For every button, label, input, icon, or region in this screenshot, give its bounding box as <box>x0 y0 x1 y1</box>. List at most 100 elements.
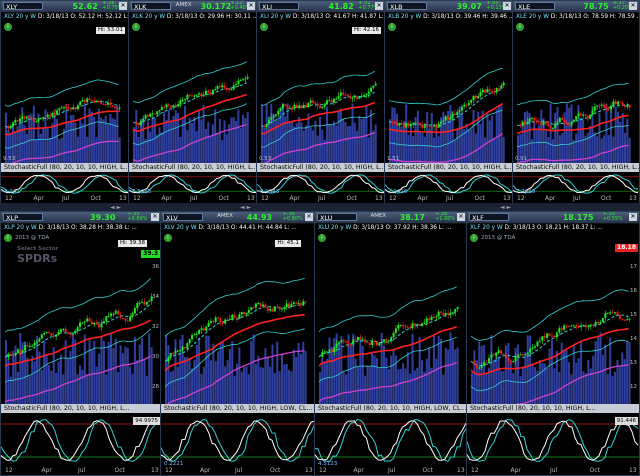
volume-bar <box>293 126 296 163</box>
volume-bar <box>360 118 363 163</box>
close-icon[interactable]: ✕ <box>629 2 637 10</box>
oscillator-title-bar[interactable]: StochasticFull (80, 20, 10, 10, HIGH, L.… <box>1 404 161 413</box>
indicator-badge-icon[interactable]: i <box>260 23 268 31</box>
oscillator-title-bar[interactable]: StochasticFull (80, 20, 10, 10, HIGH, L.… <box>385 163 513 172</box>
chart-panel-xlp[interactable]: XLP 39.30 +.35 +0.89% ✕ XLP 20 y W D: 3/… <box>0 211 162 476</box>
indicator-badge-icon[interactable]: i <box>470 234 478 242</box>
close-icon[interactable]: ✕ <box>375 2 383 10</box>
oscillator-title-bar[interactable]: StochasticFull (80, 20, 10, 10, HIGH, L.… <box>513 163 639 172</box>
oscillator-title-bar[interactable]: StochasticFull (80, 20, 10, 10, HIGH, L.… <box>257 163 385 172</box>
panel-title-bar[interactable]: XLB 39.07 +.05 +0.13% ✕ <box>385 1 513 13</box>
volume-bar <box>264 348 267 404</box>
close-icon[interactable]: ✕ <box>629 213 637 221</box>
chart-panel-xly[interactable]: XLY 52.62 +.26 +0.75% ✕ XLY 20 y W D: 3/… <box>0 0 130 204</box>
panel-title-bar[interactable]: XLY 52.62 +.26 +0.75% ✕ <box>1 1 129 13</box>
candle-body <box>231 314 234 319</box>
symbol-field[interactable]: XLU <box>317 213 357 222</box>
candle-body <box>233 314 236 318</box>
volume-bar <box>577 357 580 404</box>
symbol-field[interactable]: XLV <box>163 213 203 222</box>
price-chart[interactable]: XLB 20 y W D: 3/18/13 O: 39.46 H: 39.46 … <box>385 13 513 163</box>
chart-panel-xlv[interactable]: XLV AMEX 44.93 +.36 +0.80% ✕ XLV 20 y W … <box>160 211 316 476</box>
candle-body <box>449 117 452 120</box>
oscillator-chart[interactable]: 0.2221 <box>161 413 315 468</box>
close-icon[interactable]: ✕ <box>247 2 255 10</box>
oscillator-title-bar[interactable]: StochasticFull (80, 20, 10, 10, HIGH, LO… <box>315 404 467 413</box>
oscillator-chart[interactable]: 2.0416 <box>385 172 513 196</box>
price-chart[interactable]: XLV 20 y W D: 3/18/13 O: 44.41 H: 44.84 … <box>161 224 315 404</box>
close-icon[interactable]: ✕ <box>503 2 511 10</box>
scroll-arrows-left[interactable]: ◄ ► <box>110 204 121 211</box>
volume-bar <box>225 134 228 163</box>
price-chart[interactable]: XLE 20 y W D: 3/18/13 O: 78.59 H: 78.59 … <box>513 13 639 163</box>
panel-title-bar[interactable]: XLP 39.30 +.35 +0.89% ✕ <box>1 212 161 224</box>
volume-bar <box>207 335 210 404</box>
candle-body <box>236 317 238 319</box>
oscillator-chart[interactable]: 3.9943 <box>257 172 385 196</box>
oscillator-chart[interactable]: 94.9975 <box>1 413 161 468</box>
candle-body <box>584 324 587 328</box>
price-chart[interactable]: XLU 20 y W D: 3/18/13 O: 37.92 H: 38.36 … <box>315 224 467 404</box>
oscillator-chart[interactable]: 91.446 <box>467 413 639 468</box>
indicator-badge-icon[interactable]: i <box>4 23 12 31</box>
symbol-field[interactable]: XLY <box>3 2 43 11</box>
oscillator-chart[interactable]: 7.7689 <box>513 172 639 196</box>
candle-body <box>563 325 566 330</box>
candle-body <box>12 354 15 356</box>
indicator-badge-icon[interactable]: i <box>164 234 172 242</box>
price-chart[interactable]: XLP 20 y W D: 3/18/13 O: 38.28 H: 38.38 … <box>1 224 161 404</box>
candle-body <box>270 117 273 120</box>
symbol-field[interactable]: XLP <box>3 213 43 222</box>
symbol-field[interactable]: XLK <box>131 2 171 11</box>
symbol-field[interactable]: XLE <box>515 2 555 11</box>
panel-title-bar[interactable]: XLF 18.175 +.10 +0.55% ✕ <box>467 212 639 224</box>
volume-bar <box>295 123 298 163</box>
indicator-badge-icon[interactable]: i <box>4 234 12 242</box>
oscillator-title-bar[interactable]: StochasticFull (80, 20, 10, 10, HIGH, LO… <box>161 404 315 413</box>
panel-title-bar[interactable]: XLE 78.75 +.17 +0.20% ✕ <box>513 1 639 13</box>
volume-bar <box>621 352 624 404</box>
chart-panel-xli[interactable]: XLI 41.82 +.32 +0.77% ✕ XLI 20 y W D: 3/… <box>256 0 386 204</box>
oscillator-title-bar[interactable]: StochasticFull (80, 20, 10, 10, HIGH, L.… <box>467 404 639 413</box>
candle-body <box>79 101 82 106</box>
oscillator-chart[interactable]: 4.5123 <box>315 413 467 468</box>
symbol-field[interactable]: XLF <box>469 213 509 222</box>
panel-title-bar[interactable]: XLK AMEX 30.172 +.12 +0.40% ✕ <box>129 1 257 13</box>
chart-panel-xlb[interactable]: XLB 39.07 +.05 +0.13% ✕ XLB 20 y W D: 3/… <box>384 0 514 204</box>
x-tick-label: Jul <box>550 467 558 474</box>
indicator-badge-icon[interactable]: i <box>388 23 396 31</box>
price-chart[interactable]: XLF 20 y W D: 3/18/13 O: 18.21 H: 18.37 … <box>467 224 639 404</box>
candle-body <box>418 324 421 326</box>
oscillator-title-bar[interactable]: StochasticFull (80, 20, 10, 10, HIGH, L.… <box>129 163 257 172</box>
close-icon[interactable]: ✕ <box>457 213 465 221</box>
price-chart[interactable]: XLI 20 y W D: 3/18/13 O: 41.67 H: 41.87 … <box>257 13 385 163</box>
panel-title-bar[interactable]: XLU AMEX 38.17 +.38 +1.00% ✕ <box>315 212 467 224</box>
panel-title-bar[interactable]: XLI 41.82 +.32 +0.77% ✕ <box>257 1 385 13</box>
chart-panel-xlu[interactable]: XLU AMEX 38.17 +.38 +1.00% ✕ XLU 20 y W … <box>314 211 468 476</box>
close-icon[interactable]: ✕ <box>151 213 159 221</box>
chart-panel-xle[interactable]: XLE 78.75 +.17 +0.20% ✕ XLE 20 y W D: 3/… <box>512 0 640 204</box>
close-icon[interactable]: ✕ <box>119 2 127 10</box>
candle-body <box>76 105 79 110</box>
candle-body <box>332 98 335 103</box>
panel-title-bar[interactable]: XLV AMEX 44.93 +.36 +0.80% ✕ <box>161 212 315 224</box>
symbol-field[interactable]: XLI <box>259 2 299 11</box>
indicator-badge-icon[interactable]: i <box>516 23 524 31</box>
candle-body <box>587 326 590 328</box>
volume-bar <box>531 363 534 404</box>
volume-bar <box>596 136 599 163</box>
oscillator-title-bar[interactable]: StochasticFull (80, 20, 10, 10, HIGH, L.… <box>1 163 129 172</box>
price-chart-svg <box>4 79 121 163</box>
indicator-badge-icon[interactable]: i <box>318 234 326 242</box>
oscillator-chart[interactable]: 7.5485 <box>129 172 257 196</box>
price-chart[interactable]: XLY 20 y W D: 3/18/13 O: 52.12 H: 52.12 … <box>1 13 129 163</box>
close-icon[interactable]: ✕ <box>305 213 313 221</box>
scroll-arrows-mid[interactable]: ◄ ► <box>240 204 251 211</box>
price-chart[interactable]: XLK 20 y W D: 3/18/13 O: 29.96 H: 30.11 … <box>129 13 257 163</box>
chart-panel-xlk[interactable]: XLK AMEX 30.172 +.12 +0.40% ✕ XLK 20 y W… <box>128 0 258 204</box>
symbol-field[interactable]: XLB <box>387 2 427 11</box>
indicator-badge-icon[interactable]: i <box>132 23 140 31</box>
scroll-arrows-right[interactable]: ◄ ► <box>500 204 511 211</box>
oscillator-chart[interactable]: 4.241 <box>1 172 129 196</box>
chart-panel-xlf[interactable]: XLF 18.175 +.10 +0.55% ✕ XLF 20 y W D: 3… <box>466 211 640 476</box>
